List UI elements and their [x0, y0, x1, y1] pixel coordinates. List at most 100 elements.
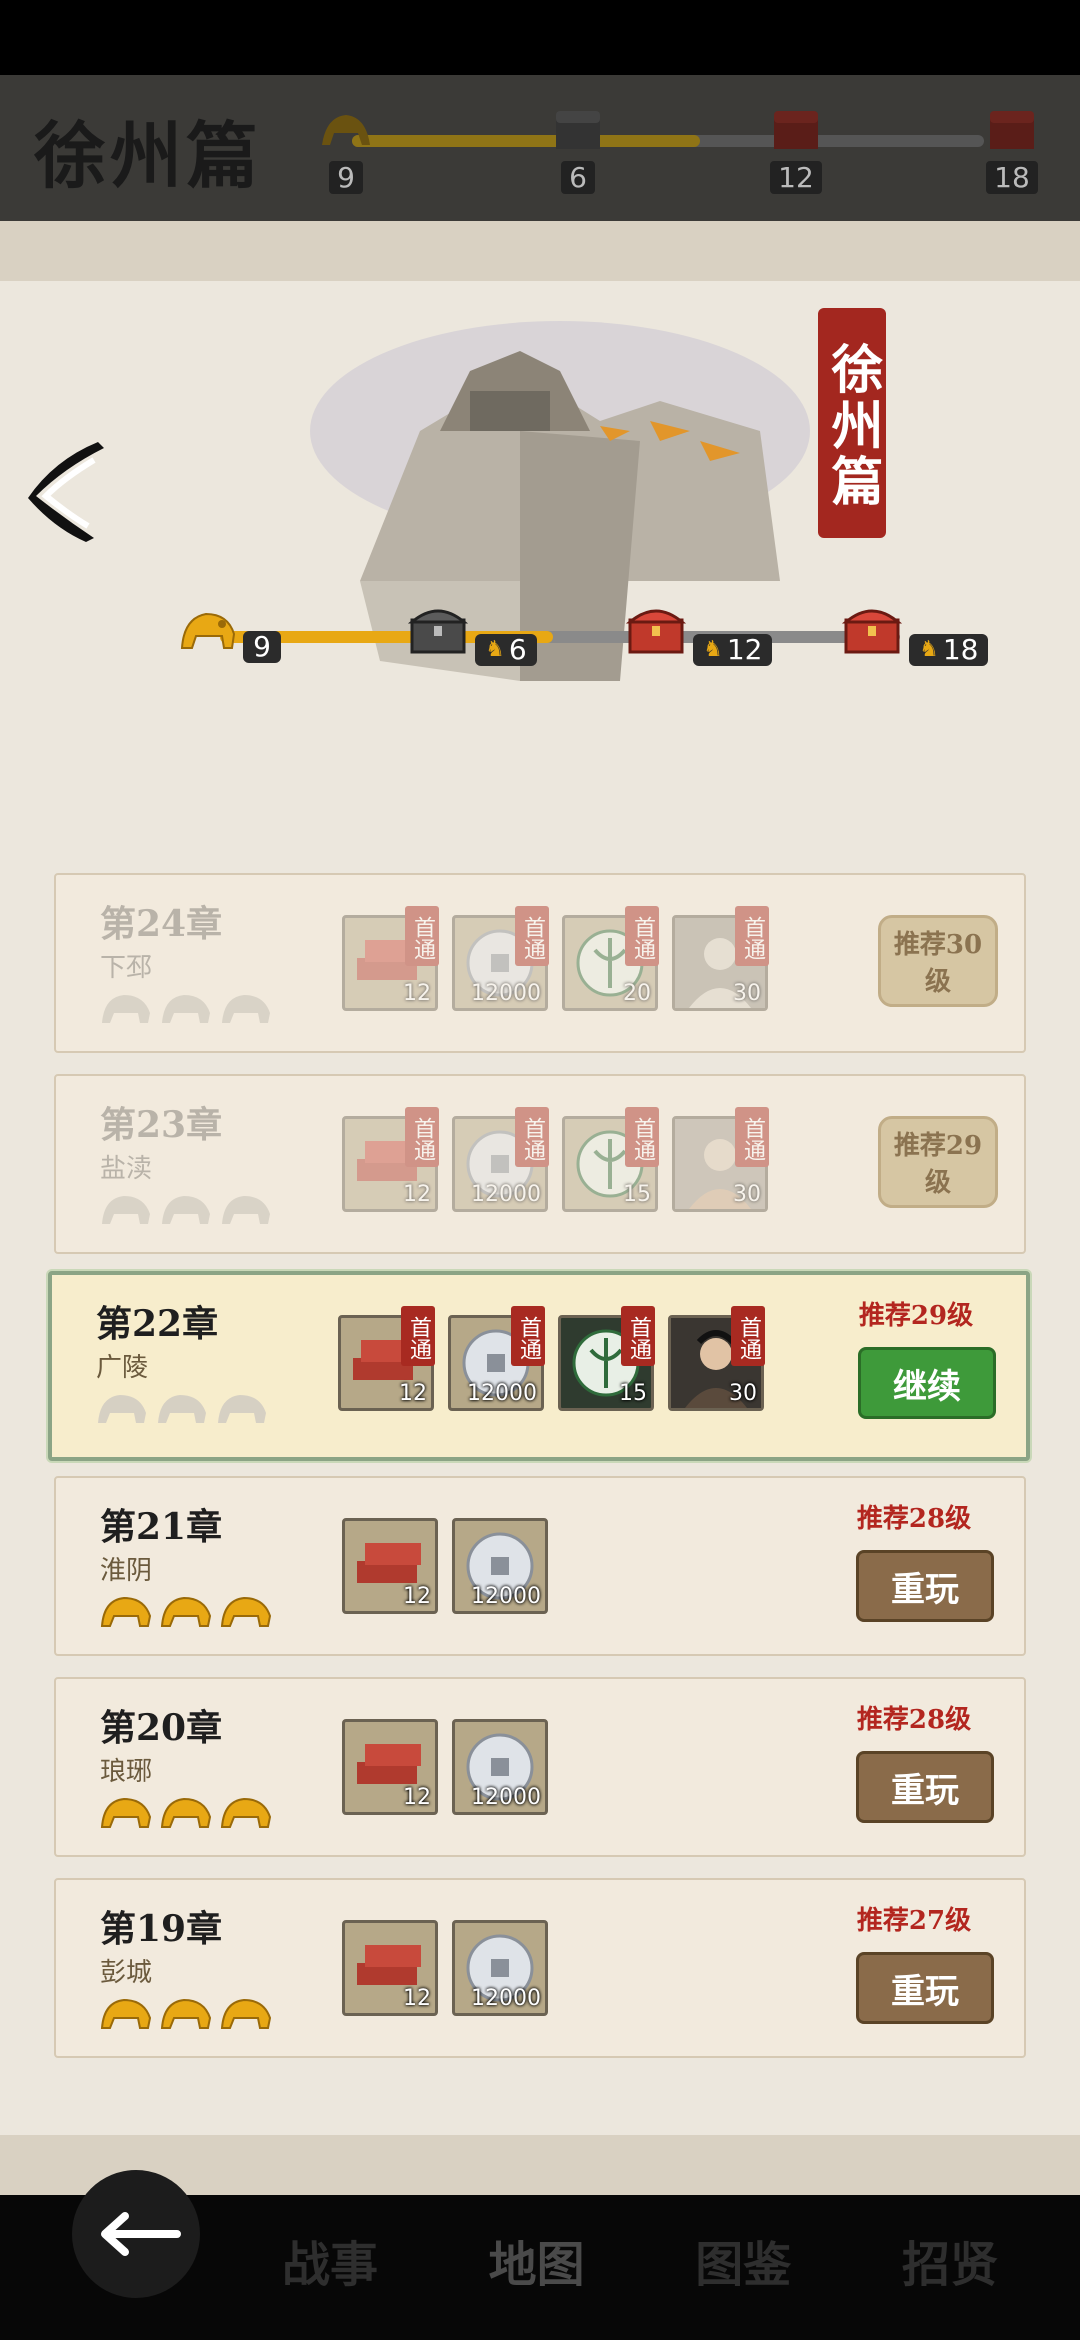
- reward-coin[interactable]: 12000: [452, 1719, 548, 1815]
- game-screen: 徐州篇 9 6 12 18 徐州篇 9 ♞ 6 ♞ 12 ♞ 18 第24章 下…: [0, 0, 1080, 2340]
- paper-edge-top: [0, 221, 1080, 281]
- star-progress-track: [220, 631, 900, 643]
- reward-list: 12 首通 12000 首通 15 首通 30 首通: [342, 1107, 769, 1212]
- replay-button[interactable]: 重玩: [856, 1550, 994, 1622]
- lock-label: 推荐30级: [893, 930, 983, 997]
- top-banner: 徐州篇 9 6 12 18: [0, 75, 1080, 221]
- chapter-card-19[interactable]: 第19章 彭城 12 12000 推荐27级 重玩: [54, 1878, 1026, 2058]
- beast-star-gold-icon: [160, 1596, 212, 1627]
- reward-list: 12 首通 12000 首通 15 首通 30 首通: [338, 1306, 765, 1411]
- reward-brick[interactable]: 12 首通: [338, 1306, 435, 1411]
- iron-chest-icon: [407, 609, 469, 654]
- chapter-seal: 徐州篇: [818, 308, 886, 538]
- chapter-stars: [96, 1387, 268, 1427]
- top-progress-fill: [352, 135, 700, 147]
- chapter-title: 第21章: [100, 1506, 223, 1548]
- tab-codex[interactable]: 图鉴: [653, 2225, 833, 2295]
- beast-star-gold-icon: [220, 1998, 272, 2029]
- beast-star-empty-icon: [222, 995, 270, 1023]
- chapter-place: 广陵: [96, 1353, 149, 1383]
- reward-brick[interactable]: 12: [342, 1719, 438, 1815]
- chapter-card-22[interactable]: 第22章 广陵 12 首通 12000 首通 15 首通 30 首通 推荐29级 继续: [48, 1271, 1030, 1461]
- chevron-left-icon: [28, 442, 104, 542]
- tab-map[interactable]: 地图: [447, 2225, 627, 2295]
- chapter-stars: [100, 1992, 272, 2032]
- top-milestone-chest-3: 18: [982, 105, 1042, 194]
- reward-brick[interactable]: 12: [342, 1920, 438, 2016]
- beast-star-gold-icon: [100, 1596, 152, 1627]
- milestone-beast: 9: [178, 604, 281, 663]
- reward-list: 12 12000: [342, 1518, 548, 1614]
- reward-coin[interactable]: 12000 首通: [452, 906, 549, 1011]
- replay-button[interactable]: 重玩: [856, 1751, 994, 1823]
- beast-mini-icon: ♞: [485, 637, 505, 662]
- beast-star-empty-icon: [222, 1196, 270, 1224]
- reward-coin[interactable]: 12000: [452, 1518, 548, 1614]
- beast-star-gold-icon: [100, 1998, 152, 2029]
- chapter-stars: [100, 1791, 272, 1831]
- beast-star-empty-icon: [162, 1196, 210, 1224]
- chapter-card-20[interactable]: 第20章 琅琊 12 12000 推荐28级 重玩: [54, 1677, 1026, 1857]
- chest-icon: [556, 111, 600, 149]
- reward-coin[interactable]: 12000 首通: [448, 1306, 545, 1411]
- milestone-chest-12[interactable]: ♞ 12: [624, 600, 773, 666]
- continue-button[interactable]: 继续: [858, 1347, 996, 1419]
- beast-star-gold-icon: [220, 1596, 272, 1627]
- recommended-level: 推荐29级: [858, 1301, 974, 1331]
- chapter-place: 盐渎: [100, 1154, 153, 1184]
- top-milestone-beast: 9: [316, 105, 376, 194]
- chapter-place: 琅琊: [100, 1757, 153, 1787]
- top-banner-title: 徐州篇: [34, 113, 263, 198]
- recommended-level: 推荐28级: [856, 1504, 972, 1534]
- lock-label: 推荐29级: [893, 1131, 983, 1198]
- chapter-card-23[interactable]: 第23章 盐渎 12 首通 12000 首通 15 首通 30 首通 推荐29级: [54, 1074, 1026, 1254]
- reward-hero[interactable]: 30 首通: [672, 906, 769, 1011]
- beast-star-empty-icon: [218, 1395, 266, 1423]
- reward-list: 12 12000: [342, 1719, 548, 1815]
- recommended-level: 推荐28级: [856, 1705, 972, 1735]
- chapter-card-24[interactable]: 第24章 下邳 12 首通 12000 首通 20 首通 30 首通 推荐30级: [54, 873, 1026, 1053]
- chapter-title: 第24章: [100, 903, 223, 945]
- reward-brick[interactable]: 12 首通: [342, 1107, 439, 1212]
- chapter-place: 下邳: [100, 953, 153, 983]
- reward-hero[interactable]: 30 首通: [672, 1107, 769, 1212]
- chapter-stars: [100, 1590, 272, 1630]
- chapter-title: 第23章: [100, 1104, 223, 1146]
- reward-coin[interactable]: 12000: [452, 1920, 548, 2016]
- chapter-title: 第22章: [96, 1303, 219, 1345]
- chapter-card-21[interactable]: 第21章 淮阴 12 12000 推荐28级 重玩: [54, 1476, 1026, 1656]
- beast-star-gold-icon: [100, 1797, 152, 1828]
- reward-token[interactable]: 15 首通: [558, 1306, 655, 1411]
- recommended-level: 推荐27级: [856, 1906, 972, 1936]
- beast-star-gold-icon: [160, 1998, 212, 2029]
- red-chest-icon: [625, 609, 687, 654]
- chapter-title: 第20章: [100, 1707, 223, 1749]
- reward-brick[interactable]: 12: [342, 1518, 438, 1614]
- back-button[interactable]: [24, 438, 114, 548]
- chapter-title: 第19章: [100, 1908, 223, 1950]
- tab-recruit[interactable]: 招贤: [860, 2225, 1040, 2295]
- nav-back-button[interactable]: [72, 2170, 200, 2298]
- red-chest-icon: [841, 609, 903, 654]
- milestone-chest-18[interactable]: ♞ 18: [840, 600, 989, 666]
- lock-badge: 推荐30级: [878, 915, 998, 1007]
- reward-hero[interactable]: 30 首通: [668, 1306, 765, 1411]
- beast-star-empty-icon: [102, 1196, 150, 1224]
- chest-icon: [990, 111, 1034, 149]
- nav-tabs: 战事 地图 图鉴 招贤: [240, 2225, 1040, 2295]
- replay-button[interactable]: 重玩: [856, 1952, 994, 2024]
- beast-star-empty-icon: [158, 1395, 206, 1423]
- milestone-chest-6[interactable]: ♞ 6: [406, 600, 537, 666]
- reward-list: 12 12000: [342, 1920, 548, 2016]
- beast-icon: [322, 115, 370, 145]
- reward-token[interactable]: 15 首通: [562, 1107, 659, 1212]
- top-milestone-chest-2: 12: [766, 105, 826, 194]
- chest-icon: [774, 111, 818, 149]
- reward-brick[interactable]: 12 首通: [342, 906, 439, 1011]
- tab-battle[interactable]: 战事: [240, 2225, 420, 2295]
- beast-star-empty-icon: [162, 995, 210, 1023]
- beast-star-empty-icon: [102, 995, 150, 1023]
- reward-coin[interactable]: 12000 首通: [452, 1107, 549, 1212]
- reward-token[interactable]: 20 首通: [562, 906, 659, 1011]
- top-milestone-chest-1: 6: [548, 105, 608, 194]
